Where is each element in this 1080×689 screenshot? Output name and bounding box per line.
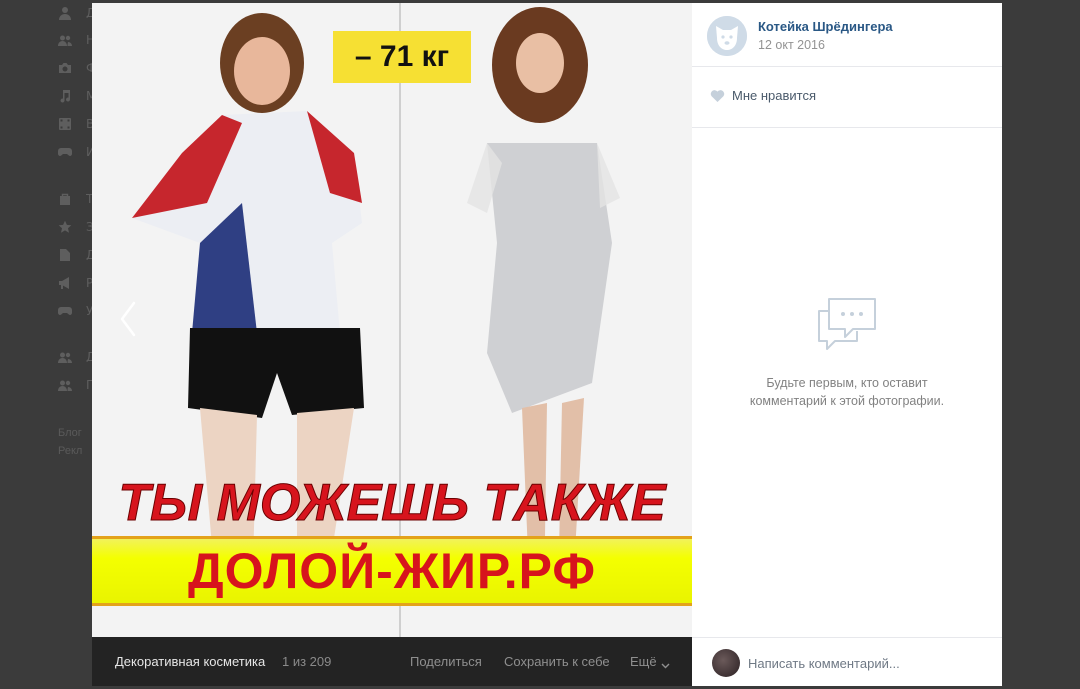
chevron-down-icon [661,658,670,669]
like-button[interactable]: Мне нравится [710,88,816,103]
save-to-album-button[interactable]: Сохранить к себе [504,654,610,669]
heart-icon [710,89,725,102]
empty-comments-text: Будьте первым, кто оставит комментарий к… [692,374,1002,410]
author-avatar[interactable] [707,16,747,56]
bg-sidebar-item-group-2[interactable]: П [58,376,95,394]
post-date[interactable]: 12 окт 2016 [758,38,825,52]
previous-photo-button[interactable] [114,299,144,339]
after-face [516,33,564,93]
bg-sidebar-item-photos[interactable]: Ф [58,59,96,77]
photo-area: – 71 кг ТЫ МОЖЕШЬ ТАКЖЕ ДОЛОЙ-ЖИР.РФ Дек… [92,3,692,686]
bg-footer-link-blog[interactable]: Блог [58,427,92,439]
chevron-left-icon [120,301,136,337]
empty-comments-placeholder: Будьте первым, кто оставит комментарий к… [692,293,1002,410]
bag-icon [58,192,72,206]
gamepad-icon [58,145,72,159]
after-sleeve-right [597,143,620,208]
group-icon [58,378,72,392]
group-icon [58,350,72,364]
photo-info-panel: Котейка Шрёдингера 12 окт 2016 Мне нрави… [692,3,1002,686]
user-icon [58,6,72,20]
comment-input[interactable] [748,648,988,678]
bg-sidebar-item-documents[interactable]: Д [58,246,95,264]
empty-comments-line-2: комментарий к этой фотографии. [749,394,945,408]
video-icon [58,117,72,131]
share-button[interactable]: Поделиться [410,654,482,669]
bg-sidebar-item-music[interactable]: М [58,87,96,105]
more-button[interactable]: Ещё [630,654,670,669]
like-row: Мне нравится [692,67,1002,128]
bg-sidebar-item-news[interactable]: Н [58,31,95,49]
bg-sidebar-item-games[interactable]: И [58,143,95,161]
before-shorts [188,328,364,418]
gamepad-icon [58,304,72,318]
photo-banner: ДОЛОЙ-ЖИР.РФ [92,536,692,606]
bg-sidebar-item-ads[interactable]: Р [58,274,93,292]
photo-counter: 1 из 209 [282,654,332,669]
photo-image[interactable]: – 71 кг ТЫ МОЖЕШЬ ТАКЖЕ ДОЛОЙ-ЖИР.РФ [92,3,692,637]
author-header: Котейка Шрёдингера 12 окт 2016 [692,3,1002,67]
like-label: Мне нравится [732,88,817,103]
document-icon [58,248,72,262]
empty-comments-line-1: Будьте первым, кто оставит [766,376,928,390]
bg-sidebar-item-video[interactable]: В [58,115,94,133]
news-icon [58,33,72,47]
dog-avatar-icon [707,16,747,56]
photo-viewer: – 71 кг ТЫ МОЖЕШЬ ТАКЖЕ ДОЛОЙ-ЖИР.РФ Дек… [92,3,1002,686]
music-icon [58,89,72,103]
more-label: Ещё [630,654,657,669]
photo-actions-bar: Декоративная косметика 1 из 209 Поделить… [92,637,692,686]
bg-sidebar-item-bookmarks[interactable]: З [58,218,94,236]
after-dress [487,143,612,413]
banner-text: ДОЛОЙ-ЖИР.РФ [187,543,597,599]
bg-footer-link-ads[interactable]: Рекл [58,445,92,457]
bg-sidebar-item-goods[interactable]: Т [58,190,93,208]
camera-icon [58,61,72,75]
album-title[interactable]: Декоративная косметика [115,654,265,669]
author-name[interactable]: Котейка Шрёдингера [758,19,893,34]
background-right-area [1002,0,1080,689]
weight-loss-badge: – 71 кг [333,31,471,83]
comment-composer [692,637,1002,686]
before-face [234,37,290,105]
bg-sidebar-item-profile[interactable]: Д [58,4,95,22]
background-sidebar: Д Н Ф М В И Т З Д Р У Д П Блог Рекл [0,0,96,689]
speech-bubbles-icon [818,298,876,350]
star-icon [58,220,72,234]
megaphone-icon [58,276,72,290]
bg-sidebar-item-apps[interactable]: У [58,302,93,320]
bg-sidebar-item-group-1[interactable]: Д [58,348,95,366]
current-user-avatar [712,649,740,677]
photo-slogan: ТЫ МОЖЕШЬ ТАКЖЕ [118,474,666,533]
